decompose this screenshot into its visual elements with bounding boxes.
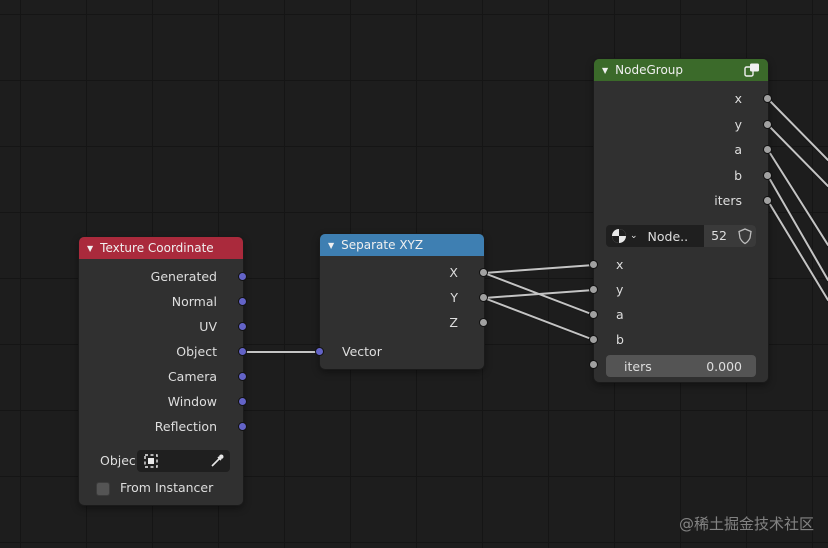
link-out-a (767, 149, 828, 246)
socket-generated[interactable] (238, 272, 247, 281)
socket-vector-input[interactable] (315, 347, 324, 356)
link-x-x (483, 264, 595, 274)
output-uv-label: UV (199, 319, 217, 334)
socket-group-x-output[interactable] (763, 94, 772, 103)
input-vector-label: Vector (342, 344, 382, 359)
iters-field-label: iters (624, 358, 652, 374)
separate-xyz-header[interactable]: ▼ Separate XYZ (320, 234, 484, 256)
socket-group-b-input[interactable] (589, 335, 598, 344)
texture-coordinate-title: Texture Coordinate (100, 241, 214, 255)
node-group-title: NodeGroup (615, 63, 684, 77)
watermark: @稀土掘金技术社区 (678, 515, 814, 533)
output-y-label: y (734, 117, 742, 132)
datablock-name[interactable]: Node.. (648, 229, 689, 244)
input-b-label: b (616, 332, 624, 347)
node-tree-type-icon[interactable] (610, 227, 628, 245)
node-group-header[interactable]: ▼ NodeGroup (594, 59, 768, 81)
output-window-label: Window (167, 394, 217, 409)
output-y-label: Y (450, 290, 458, 305)
socket-group-iters-input[interactable] (589, 360, 598, 369)
texture-coordinate-header[interactable]: ▼ Texture Coordinate (79, 237, 243, 259)
output-object-label: Object (176, 344, 217, 359)
socket-group-a-output[interactable] (763, 145, 772, 154)
output-a-label: a (734, 142, 742, 157)
socket-object[interactable] (238, 347, 247, 356)
separate-xyz-title: Separate XYZ (341, 238, 424, 252)
texture-coordinate-node[interactable]: ▼ Texture Coordinate Generated Normal UV… (79, 237, 243, 505)
socket-x-output[interactable] (479, 268, 488, 277)
output-x-label: x (734, 91, 742, 106)
chevron-down-icon[interactable]: ⌄ (630, 231, 638, 241)
socket-group-iters-output[interactable] (763, 196, 772, 205)
output-z-label: Z (449, 315, 458, 330)
node-group-node[interactable]: ▼ NodeGroup x y a b iters ⌄ Node.. 52 x … (594, 59, 768, 382)
link-out-x (767, 98, 828, 161)
input-y-label: y (616, 282, 624, 297)
link-y-y (483, 289, 595, 299)
socket-group-y-output[interactable] (763, 120, 772, 129)
output-b-label: b (734, 168, 742, 183)
eyedropper-icon[interactable] (209, 453, 225, 469)
link-y-b (483, 297, 595, 341)
socket-reflection[interactable] (238, 422, 247, 431)
socket-group-y-input[interactable] (589, 285, 598, 294)
socket-y-output[interactable] (479, 293, 488, 302)
socket-window[interactable] (238, 397, 247, 406)
socket-group-x-input[interactable] (589, 260, 598, 269)
socket-group-b-output[interactable] (763, 171, 772, 180)
link-out-b (767, 175, 828, 281)
collapse-triangle-icon[interactable]: ▼ (328, 241, 334, 250)
output-generated-label: Generated (150, 269, 217, 284)
link-x-a (483, 272, 595, 316)
node-tree-icon[interactable] (744, 62, 760, 78)
socket-uv[interactable] (238, 322, 247, 331)
link-out-iters (767, 200, 828, 301)
socket-group-a-input[interactable] (589, 310, 598, 319)
output-iters-label: iters (714, 193, 742, 208)
collapse-triangle-icon[interactable]: ▼ (602, 66, 608, 75)
output-reflection-label: Reflection (154, 419, 217, 434)
output-x-label: X (449, 265, 458, 280)
object-field-label: Objec (100, 453, 136, 468)
from-instancer-label: From Instancer (120, 480, 214, 495)
socket-camera[interactable] (238, 372, 247, 381)
iters-field-value: 0.000 (706, 358, 742, 374)
node-group-datablock-selector[interactable]: ⌄ Node.. 52 (606, 225, 756, 247)
from-instancer-checkbox[interactable] (96, 482, 110, 496)
socket-normal[interactable] (238, 297, 247, 306)
output-normal-label: Normal (171, 294, 217, 309)
collapse-triangle-icon[interactable]: ▼ (87, 244, 93, 253)
iters-input-field[interactable]: iters 0.000 (606, 355, 756, 377)
output-camera-label: Camera (167, 369, 217, 384)
socket-z-output[interactable] (479, 318, 488, 327)
input-x-label: x (616, 257, 624, 272)
link-out-y (767, 124, 828, 187)
user-count[interactable]: 52 (704, 225, 734, 247)
fake-user-shield-icon[interactable] (734, 225, 756, 247)
input-a-label: a (616, 307, 624, 322)
separate-xyz-node[interactable]: ▼ Separate XYZ X Y Z Vector (320, 234, 484, 369)
object-picker-field[interactable] (137, 450, 230, 472)
object-icon (144, 454, 158, 468)
